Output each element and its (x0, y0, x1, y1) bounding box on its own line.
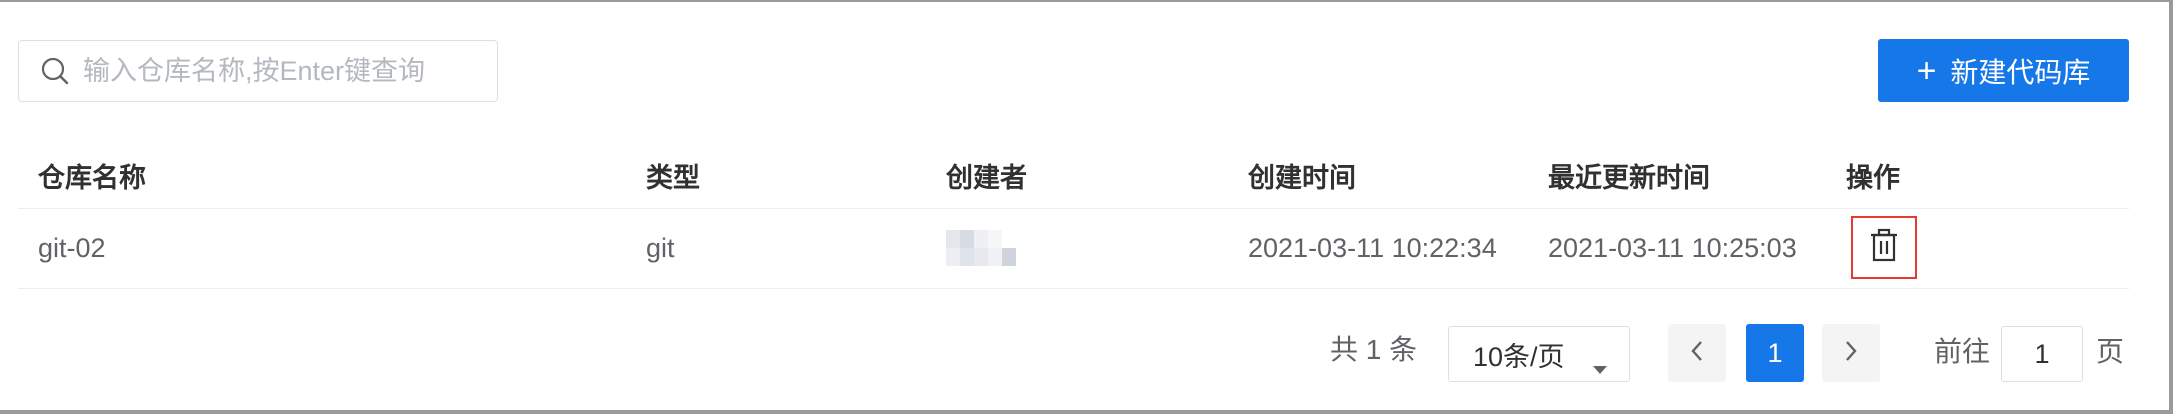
trash-icon (1868, 228, 1900, 267)
goto-page-input[interactable] (2001, 326, 2083, 382)
column-header-actions: 操作 (1846, 162, 1900, 193)
repository-panel: + 新建代码库 仓库名称 类型 创建者 创建时间 最近更新时间 操作 git-0… (0, 0, 2173, 414)
table-row: git-02 git 2021-03-11 10:22:34 2021-03-1… (18, 208, 2129, 289)
new-repository-label: 新建代码库 (1950, 56, 2091, 88)
search-input[interactable] (81, 54, 485, 88)
chevron-left-icon (1690, 340, 1704, 367)
page-size-select[interactable]: 10条/页 (1448, 326, 1630, 382)
column-header-type: 类型 (646, 162, 700, 193)
page-size-value: 10条/页 (1473, 341, 1565, 372)
blurred-creator-name (946, 230, 1016, 266)
column-header-updated-time: 最近更新时间 (1548, 162, 1710, 193)
repository-name-link[interactable]: git-02 (38, 208, 106, 288)
goto-suffix: 页 (2096, 336, 2125, 367)
table-header: 仓库名称 类型 创建者 创建时间 最近更新时间 操作 (18, 142, 2129, 209)
repository-type: git (646, 232, 675, 263)
prev-page-button[interactable] (1668, 324, 1726, 382)
plus-icon: + (1916, 51, 1937, 90)
repository-creator (946, 208, 1016, 288)
pagination-total: 共 1 条 (1330, 334, 1418, 365)
chevron-right-icon (1844, 340, 1858, 367)
repository-updated-time: 2021-03-11 10:25:03 (1548, 232, 1797, 263)
search-box[interactable] (18, 40, 498, 102)
column-header-name: 仓库名称 (38, 162, 146, 193)
next-page-button[interactable] (1822, 324, 1880, 382)
page-number-current[interactable]: 1 (1746, 324, 1804, 382)
goto-prefix: 前往 (1934, 336, 1991, 367)
repository-created-time: 2021-03-11 10:22:34 (1248, 232, 1497, 263)
delete-button[interactable] (1851, 216, 1917, 279)
column-header-creator: 创建者 (946, 162, 1027, 193)
new-repository-button[interactable]: + 新建代码库 (1878, 39, 2129, 102)
column-header-created-time: 创建时间 (1248, 162, 1356, 193)
search-icon (39, 55, 71, 87)
caret-down-icon (1593, 351, 1607, 382)
